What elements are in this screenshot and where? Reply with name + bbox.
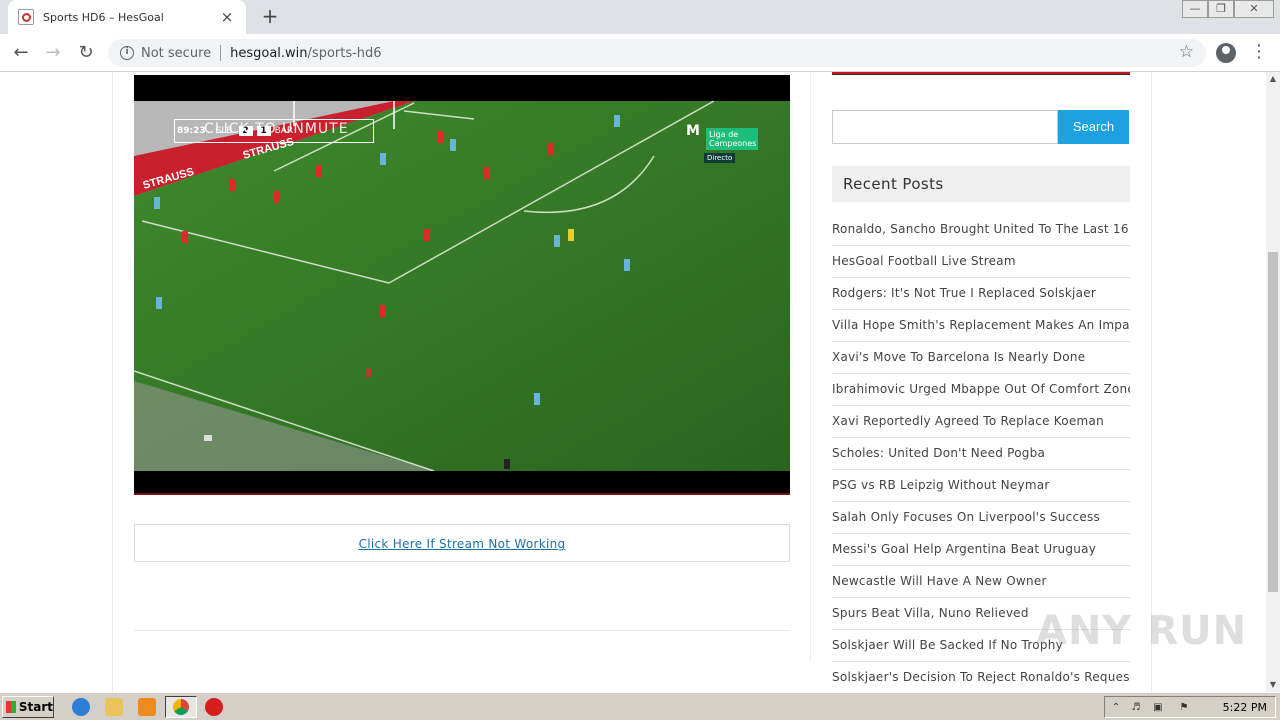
- close-window-icon[interactable]: ✕: [1234, 0, 1274, 18]
- recent-post-link[interactable]: PSG vs RB Leipzig Without Neymar: [832, 470, 1130, 502]
- scroll-up-icon[interactable]: ▲: [1266, 72, 1280, 86]
- content-divider: [134, 630, 790, 631]
- url-path: /sports-hd6: [307, 45, 382, 61]
- media-player-icon[interactable]: [138, 698, 156, 716]
- content-border: [1151, 72, 1152, 692]
- recent-post-link[interactable]: Solskjaer's Decision To Reject Ronaldo's…: [832, 662, 1130, 692]
- tab-strip: Sports HD6 – HesGoal × + — ❐ ✕: [0, 0, 1280, 34]
- recent-posts-heading: Recent Posts: [832, 166, 1130, 202]
- chrome-taskbar-button[interactable]: [165, 696, 197, 718]
- account-icon[interactable]: [1216, 43, 1236, 63]
- stream-help-box: Click Here If Stream Not Working: [134, 524, 790, 562]
- video-frame[interactable]: STRAUSS STRAUSS 89:23 SLB 2 1 BAR CLICK …: [134, 101, 790, 471]
- recent-post-link[interactable]: Ibrahimovic Urged Mbappe Out Of Comfort …: [832, 374, 1130, 406]
- video-player[interactable]: STRAUSS STRAUSS 89:23 SLB 2 1 BAR CLICK …: [134, 75, 790, 495]
- chrome-icon: [173, 699, 189, 715]
- minimize-icon[interactable]: —: [1182, 0, 1208, 18]
- back-icon[interactable]: ←: [8, 40, 34, 66]
- search-button[interactable]: Search: [1058, 110, 1129, 144]
- file-explorer-icon[interactable]: [105, 698, 123, 716]
- reload-icon[interactable]: ↻: [73, 40, 99, 66]
- recent-post-link[interactable]: Messi's Goal Help Argentina Beat Uruguay: [832, 534, 1130, 566]
- page-scrollbar[interactable]: ▲ ▼: [1266, 72, 1280, 692]
- network-icon[interactable]: ▣: [1151, 701, 1165, 715]
- recent-post-link[interactable]: HesGoal Football Live Stream: [832, 246, 1130, 278]
- sidebar-divider: [810, 72, 811, 662]
- stream-not-working-link[interactable]: Click Here If Stream Not Working: [359, 537, 566, 551]
- volume-icon[interactable]: ♬: [1129, 701, 1143, 715]
- scroll-down-icon[interactable]: ▼: [1266, 678, 1280, 692]
- recent-post-link[interactable]: Ronaldo, Sancho Brought United To The La…: [832, 214, 1130, 246]
- scroll-thumb[interactable]: [1268, 252, 1278, 592]
- match-clock: 89:23: [177, 126, 206, 136]
- browser-tab[interactable]: Sports HD6 – HesGoal ×: [8, 0, 246, 34]
- tab-close-icon[interactable]: ×: [218, 8, 236, 26]
- new-tab-button[interactable]: +: [258, 4, 282, 28]
- recent-post-link[interactable]: Salah Only Focuses On Liverpool's Succes…: [832, 502, 1130, 534]
- windows-taskbar: Start ⌃ ♬ ▣ ⚑ 5:22 PM: [0, 692, 1280, 720]
- forward-icon[interactable]: →: [40, 40, 66, 66]
- tray-expand-icon[interactable]: ⌃: [1109, 701, 1123, 715]
- recent-post-link[interactable]: Scholes: United Don't Need Pogba: [832, 438, 1130, 470]
- start-label: Start: [18, 700, 53, 714]
- live-label: Directo: [704, 153, 736, 163]
- address-bar[interactable]: i Not secure hesgoal.win/sports-hd6 ☆: [108, 39, 1206, 67]
- anyrun-watermark: ANY RUN: [1036, 608, 1248, 654]
- start-button[interactable]: Start: [2, 696, 54, 718]
- bookmark-star-icon[interactable]: ☆: [1179, 42, 1194, 62]
- broadcaster-badge: Liga de Campeones: [706, 128, 758, 150]
- action-center-flag-icon[interactable]: ⚑: [1177, 701, 1191, 715]
- sidebar-top-banner: [832, 72, 1130, 75]
- restore-icon[interactable]: ❐: [1208, 0, 1234, 18]
- recent-post-link[interactable]: Villa Hope Smith's Replacement Makes An …: [832, 310, 1130, 342]
- content-border: [112, 72, 113, 692]
- recent-post-link[interactable]: Xavi's Move To Barcelona Is Nearly Done: [832, 342, 1130, 374]
- info-icon[interactable]: i: [120, 46, 134, 60]
- search-input[interactable]: [832, 110, 1058, 144]
- url-host: hesgoal.win: [230, 45, 308, 61]
- warning-app-icon[interactable]: [205, 698, 223, 716]
- more-menu-icon[interactable]: ⋮: [1250, 41, 1268, 63]
- recent-post-link[interactable]: Newcastle Will Have A New Owner: [832, 566, 1130, 598]
- recent-post-link[interactable]: Rodgers: It's Not True I Replaced Solskj…: [832, 278, 1130, 310]
- player-progress-line: [134, 493, 790, 495]
- internet-explorer-icon[interactable]: [72, 698, 90, 716]
- tab-title: Sports HD6 – HesGoal: [43, 10, 164, 24]
- omnibox-separator: [220, 45, 222, 61]
- web-page: STRAUSS STRAUSS 89:23 SLB 2 1 BAR CLICK …: [0, 72, 1266, 692]
- unmute-overlay[interactable]: CLICK TO UNMUTE: [204, 121, 349, 137]
- system-clock[interactable]: 5:22 PM: [1223, 697, 1267, 719]
- football-pitch-image: STRAUSS STRAUSS: [134, 101, 790, 471]
- windows-logo-icon: [6, 701, 16, 713]
- site-favicon-icon: [18, 9, 34, 25]
- security-label: Not secure: [141, 45, 212, 61]
- browser-toolbar: ← → ↻ i Not secure hesgoal.win/sports-hd…: [0, 34, 1280, 72]
- recent-post-link[interactable]: Xavi Reportedly Agreed To Replace Koeman: [832, 406, 1130, 438]
- system-tray: ⌃ ♬ ▣ ⚑ 5:22 PM: [1104, 696, 1276, 718]
- broadcaster-logo: M: [686, 123, 700, 139]
